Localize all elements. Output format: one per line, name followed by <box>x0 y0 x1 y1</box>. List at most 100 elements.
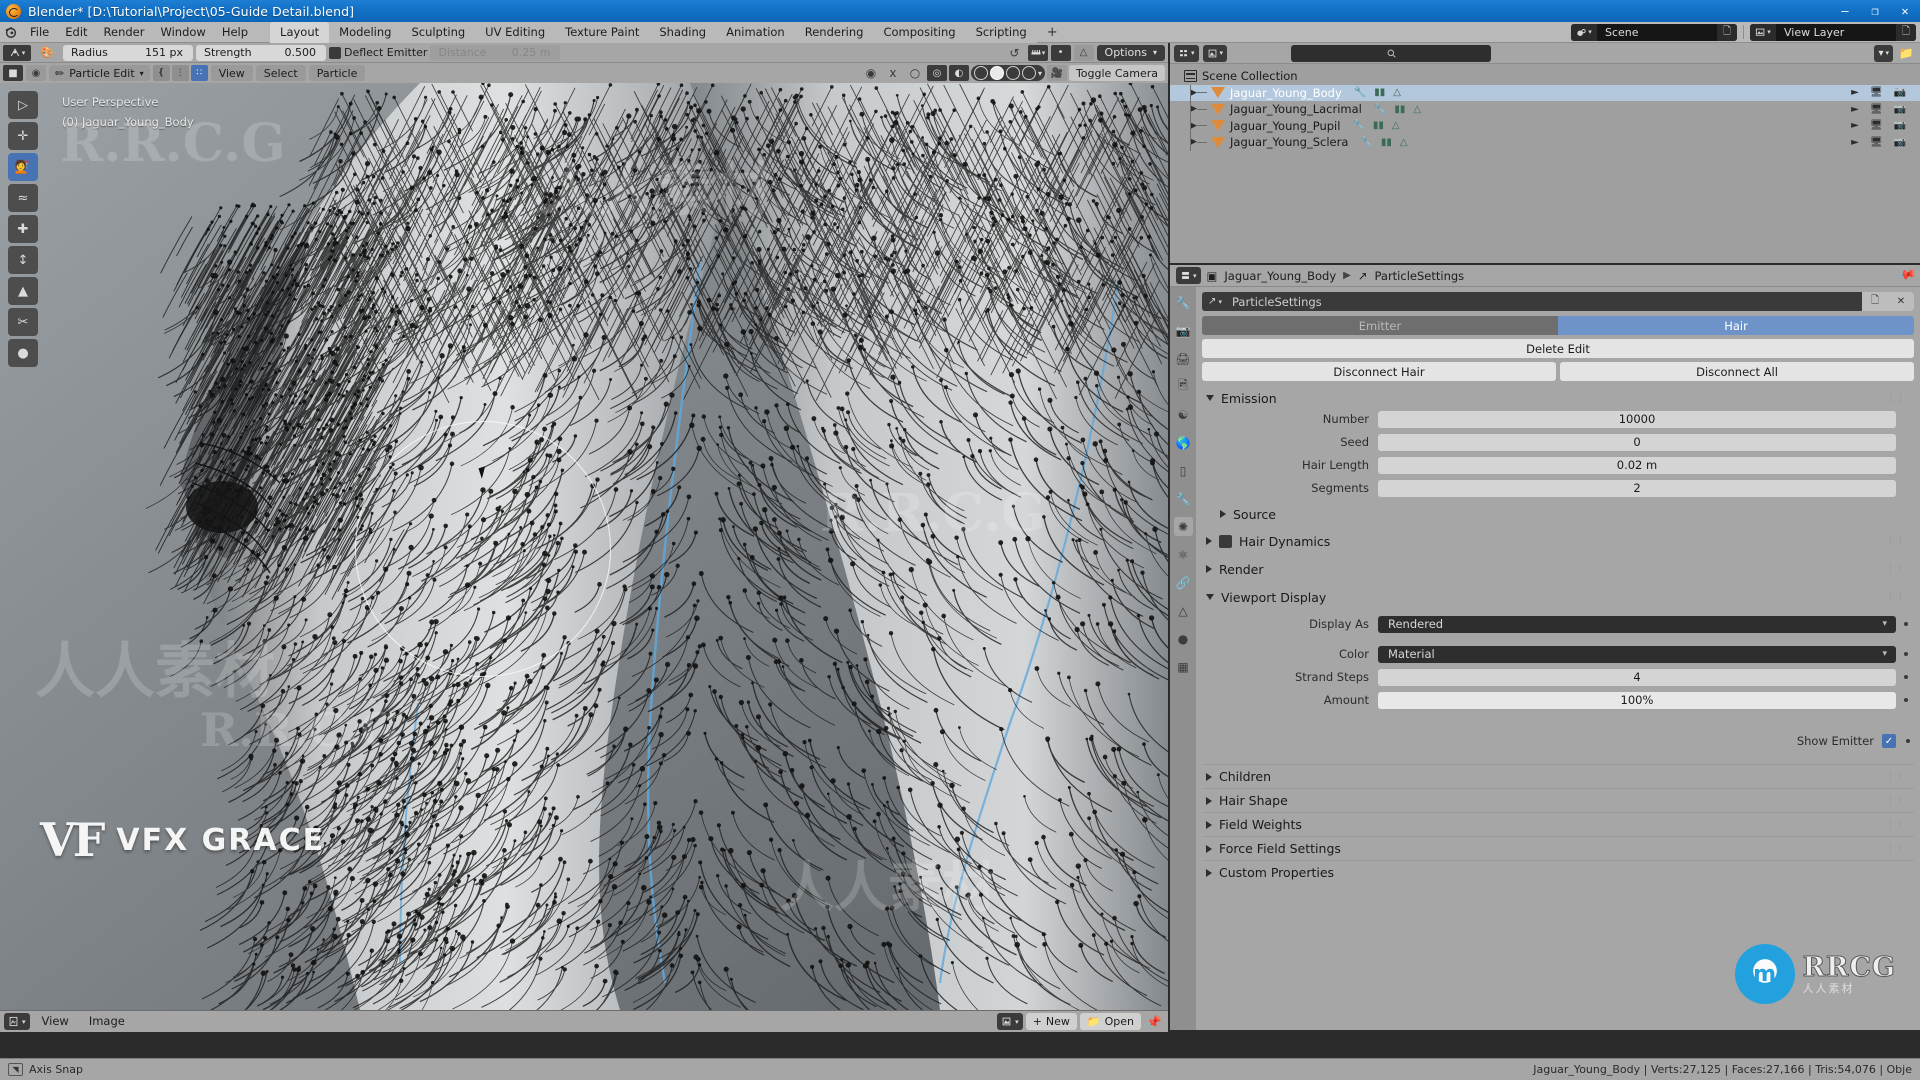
disconnect-all-button[interactable]: Disconnect All <box>1560 362 1914 381</box>
tab-texture[interactable]: ▦ <box>1174 657 1193 676</box>
outliner-row-jaguar-young-pupil[interactable]: ▶ Jaguar_Young_Pupil 🔧 ▮▮ △ ► 🖥 📷 <box>1170 117 1920 134</box>
tab-scripting[interactable]: Scripting <box>965 21 1037 43</box>
disable-in-render-icon[interactable]: 📷 <box>1894 120 1906 131</box>
mesh-data-icon[interactable]: △ <box>1393 87 1401 98</box>
animate-property-dot[interactable] <box>1904 652 1908 656</box>
panel-header-viewport-display[interactable]: Viewport Display ⋮⋮ <box>1202 586 1914 608</box>
add-tool-icon[interactable]: ✚ <box>8 215 38 243</box>
panel-header-hair-dynamics[interactable]: Hair Dynamics ⋮⋮ <box>1202 530 1914 552</box>
outliner-row-jaguar-young-sclera[interactable]: ▶ Jaguar_Young_Sclera 🔧 ▮▮ △ ► 🖥 📷 <box>1170 134 1920 151</box>
hide-in-viewport-icon[interactable]: ► <box>1851 104 1859 115</box>
minimize-button[interactable]: — <box>1830 0 1860 22</box>
tab-modeling[interactable]: Modeling <box>329 21 402 43</box>
menu-edit[interactable]: Edit <box>57 22 95 43</box>
tab-object[interactable]: ▯ <box>1174 461 1193 480</box>
particles-icon[interactable]: ▮▮ <box>1373 120 1384 131</box>
show-emitter-checkbox[interactable]: ✓ <box>1882 734 1896 748</box>
disable-in-render-icon[interactable]: 📷 <box>1894 137 1906 148</box>
interaction-mode-selector[interactable]: ✏ Particle Edit ▾ <box>49 65 150 81</box>
strand-steps-value[interactable]: 4 <box>1378 668 1896 686</box>
hide-in-viewport-icon[interactable]: ► <box>1851 120 1859 131</box>
curve-profile-icon[interactable]: △ <box>1073 44 1094 61</box>
radius-field[interactable]: Radius 151 px <box>63 44 193 61</box>
snap-magnet-icon[interactable]: x <box>883 65 903 81</box>
menu-select[interactable]: Select <box>255 65 306 81</box>
tab-texture-paint[interactable]: Texture Paint <box>555 21 650 43</box>
tab-shading[interactable]: Shading <box>649 21 717 43</box>
tab-layout[interactable]: Layout <box>270 21 330 43</box>
pin-id-icon[interactable]: 📌 <box>1895 265 1917 287</box>
new-image-button[interactable]: + New <box>1025 1013 1077 1030</box>
seed-value[interactable]: 0 <box>1378 433 1896 451</box>
solid-shading-icon[interactable] <box>989 66 1004 80</box>
panel-header-render[interactable]: Render ⋮⋮ <box>1202 558 1914 580</box>
outliner-search-input[interactable] <box>1291 44 1492 62</box>
tab-material[interactable]: ● <box>1174 629 1193 648</box>
tip-select-mode-icon[interactable]: ∷ <box>190 65 208 81</box>
tab-uv-editing[interactable]: UV Editing <box>475 21 556 43</box>
image-datablock-icon[interactable]: ▾ <box>997 1013 1023 1030</box>
wireframe-shading-icon[interactable] <box>973 66 988 80</box>
new-datablock-button[interactable]: 🗋 <box>1862 292 1888 311</box>
maximize-button[interactable]: ❐ <box>1860 0 1890 22</box>
show-gizmo-icon[interactable]: ◎ <box>926 65 947 81</box>
puff-tool-icon[interactable]: ▲ <box>8 277 38 305</box>
tab-sculpting[interactable]: Sculpting <box>401 21 476 43</box>
add-workspace-button[interactable]: + <box>1037 22 1068 43</box>
close-button[interactable]: ✕ <box>1890 0 1920 22</box>
point-select-mode-icon[interactable]: ⋮ <box>171 65 189 81</box>
camera-icon[interactable]: 🎥 <box>1046 65 1067 81</box>
editor-type-3dview-icon[interactable]: ■ <box>3 65 23 81</box>
disable-in-viewport-icon[interactable]: 🖥 <box>1870 137 1883 148</box>
menu-view[interactable]: View <box>210 65 253 81</box>
particle-display-icon[interactable]: ▾ <box>1027 44 1048 61</box>
mesh-data-icon[interactable]: △ <box>1392 120 1400 131</box>
modifier-wrench-icon[interactable]: 🔧 <box>1360 137 1372 148</box>
overlay-toggle-icon[interactable]: ◉ <box>26 65 46 81</box>
particles-icon[interactable]: ▮▮ <box>1374 87 1385 98</box>
tab-world[interactable]: 🌎 <box>1174 433 1193 452</box>
hair-length-value[interactable]: 0.02 m <box>1378 456 1896 474</box>
new-scene-icon[interactable]: 🗋 <box>1717 23 1737 41</box>
cursor-tool-icon[interactable]: ✛ <box>8 122 38 150</box>
length-tool-icon[interactable]: ↕ <box>8 246 38 274</box>
panel-header-children[interactable]: Children ⋮⋮ <box>1202 764 1914 788</box>
outliner-display-mode-icon[interactable]: ▾ <box>1202 44 1228 62</box>
delete-edit-button[interactable]: Delete Edit <box>1202 339 1914 358</box>
proportional-edit-icon[interactable]: ○ <box>905 65 925 81</box>
breadcrumb-object[interactable]: Jaguar_Young_Body <box>1224 269 1336 283</box>
panel-header-field-weights[interactable]: Field Weights ⋮⋮ <box>1202 812 1914 836</box>
weight-tool-icon[interactable]: ● <box>8 339 38 367</box>
animate-property-dot[interactable] <box>1906 739 1910 743</box>
scene-selector[interactable]: ▾ Scene 🗋 <box>1571 23 1737 41</box>
number-value[interactable]: 10000 <box>1378 410 1896 428</box>
blender-menu-icon[interactable] <box>0 23 22 41</box>
deflect-emitter-checkbox[interactable] <box>329 46 341 59</box>
toggle-camera-button[interactable]: Toggle Camera <box>1068 65 1165 81</box>
point-select-icon[interactable]: • <box>1050 44 1071 61</box>
falloff-curve-icon[interactable]: ↺ <box>1005 45 1025 61</box>
menu-help[interactable]: Help <box>214 22 256 43</box>
mesh-data-icon[interactable]: △ <box>1413 104 1421 115</box>
options-button[interactable]: Options ▾ <box>1096 44 1165 61</box>
new-view-layer-icon[interactable]: 🗋 <box>1896 23 1916 41</box>
tab-constraints[interactable]: 🔗 <box>1174 573 1193 592</box>
show-overlays-icon[interactable]: ◐ <box>948 65 969 81</box>
tab-tool[interactable]: 🔧 <box>1174 293 1193 312</box>
animate-property-dot[interactable] <box>1904 675 1908 679</box>
panel-header-custom-properties[interactable]: Custom Properties <box>1202 860 1914 884</box>
image-browse-icon[interactable]: 📌 <box>1144 1014 1164 1030</box>
menu-render[interactable]: Render <box>96 22 153 43</box>
tab-modifiers[interactable]: 🔧 <box>1174 489 1193 508</box>
strength-field[interactable]: Strength 0.500 <box>196 44 326 61</box>
properties-editor-type-icon[interactable]: ▾ <box>1176 267 1201 284</box>
tab-data[interactable]: △ <box>1174 601 1193 620</box>
particle-type-emitter[interactable]: Emitter <box>1202 316 1558 335</box>
breadcrumb-data[interactable]: ParticleSettings <box>1374 269 1464 283</box>
modifier-wrench-icon[interactable]: 🔧 <box>1374 104 1386 115</box>
outliner-editor-type-icon[interactable]: ▾ <box>1174 44 1199 62</box>
tab-scene[interactable]: ☯ <box>1174 405 1193 424</box>
panel-header-hair-shape[interactable]: Hair Shape ⋮⋮ <box>1202 788 1914 812</box>
tab-view-layer[interactable]: 🖻 <box>1174 377 1193 396</box>
image-menu-view[interactable]: View <box>34 1013 77 1030</box>
